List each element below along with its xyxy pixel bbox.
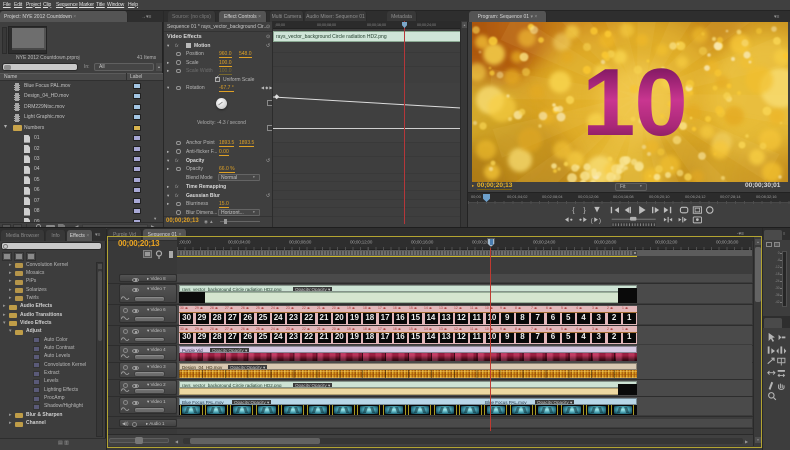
svg-text:}: }	[583, 205, 586, 214]
svg-text:10: 10	[582, 49, 687, 156]
svg-text:): )	[599, 217, 601, 224]
svg-text:{: {	[572, 205, 575, 214]
svg-text:(: (	[591, 217, 594, 224]
